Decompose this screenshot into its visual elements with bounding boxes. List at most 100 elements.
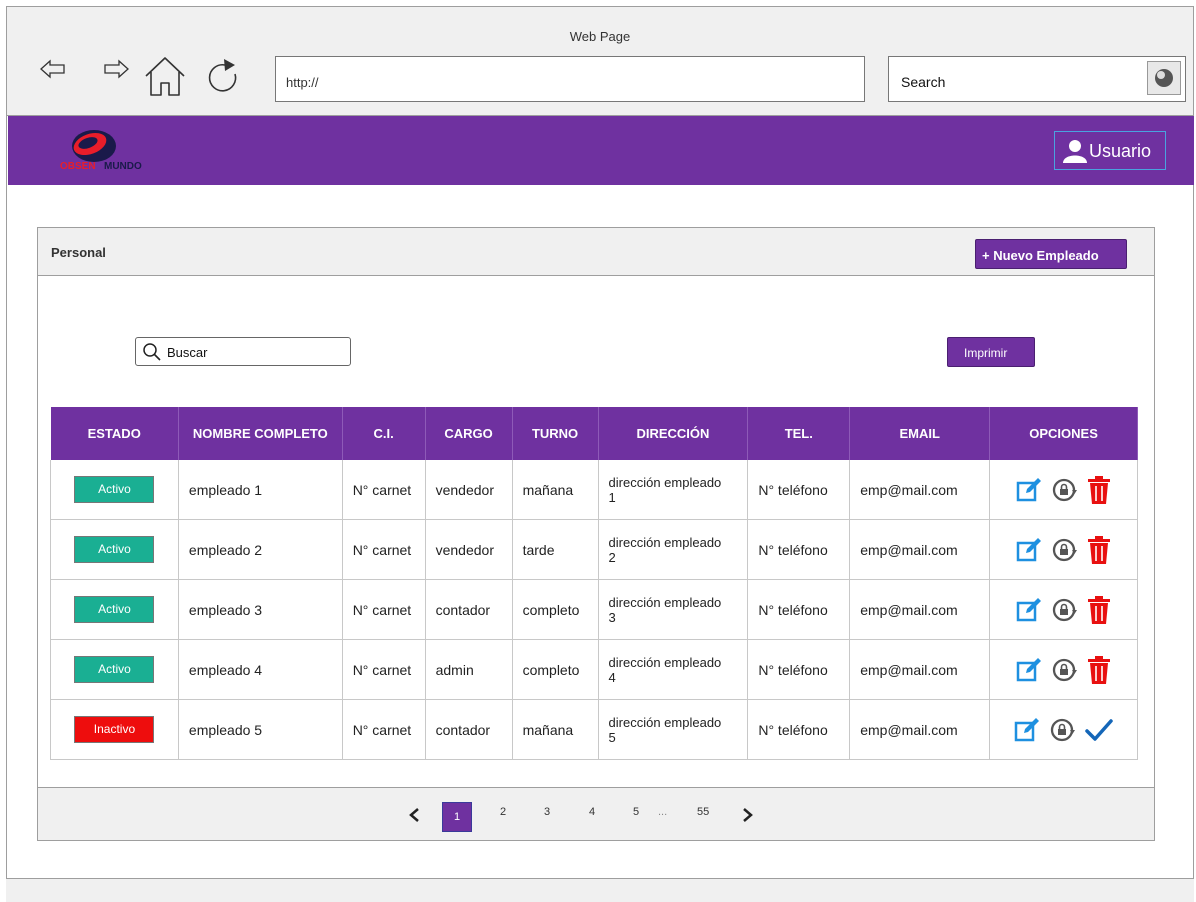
table-row: Inactivo empleado 5 N° carnet contador m… — [50, 699, 1138, 760]
page-55-button[interactable]: 55 — [697, 806, 709, 818]
delete-icon[interactable] — [1087, 595, 1111, 624]
cell-nombre: empleado 1 — [178, 460, 343, 520]
cell-cargo: vendedor — [425, 519, 513, 580]
next-page-icon[interactable] — [740, 807, 754, 823]
cell-email: emp@mail.com — [849, 639, 991, 700]
col-ci[interactable]: C.I. — [342, 407, 426, 460]
reload-icon[interactable] — [205, 56, 245, 100]
cell-ci: N° carnet — [342, 519, 426, 580]
cell-ci: N° carnet — [342, 460, 426, 520]
table-row: Activo empleado 1 N° carnet vendedor mañ… — [50, 460, 1138, 520]
delete-icon[interactable] — [1087, 655, 1111, 684]
cell-opciones — [989, 519, 1138, 580]
logo-text-2: MUNDO — [104, 161, 142, 172]
page-4-button[interactable]: 4 — [589, 806, 595, 818]
cell-direccion: dirección empleado 3 — [598, 579, 749, 640]
personal-panel: Personal + Nuevo Empleado Buscar Imprimi… — [37, 227, 1155, 841]
cell-tel: N° teléfono — [747, 460, 851, 520]
col-email[interactable]: EMAIL — [849, 407, 991, 460]
user-icon — [1063, 140, 1087, 163]
col-estado[interactable]: ESTADO — [50, 407, 179, 460]
col-nombre[interactable]: NOMBRE COMPLETO — [178, 407, 343, 460]
table-row: Activo empleado 3 N° carnet contador com… — [50, 579, 1138, 640]
table-row: Activo empleado 2 N° carnet vendedor tar… — [50, 519, 1138, 580]
page-1-button[interactable]: 1 — [442, 802, 472, 832]
user-label: Usuario — [1089, 141, 1152, 161]
cell-cargo: contador — [425, 699, 513, 760]
cell-email: emp@mail.com — [849, 699, 991, 760]
page-2-button[interactable]: 2 — [500, 806, 506, 818]
reset-password-icon[interactable] — [1052, 657, 1078, 683]
pagination: 1 2 3 4 5 ... 55 — [38, 787, 1154, 840]
home-icon[interactable] — [143, 54, 187, 98]
cell-email: emp@mail.com — [849, 460, 991, 520]
col-turno[interactable]: TURNO — [512, 407, 599, 460]
page-3-button[interactable]: 3 — [544, 806, 550, 818]
browser-search-label: Search — [901, 74, 946, 90]
reset-password-icon[interactable] — [1052, 537, 1078, 563]
cell-turno: mañana — [512, 699, 599, 760]
url-field[interactable]: http:// — [275, 56, 865, 102]
col-cargo[interactable]: CARGO — [425, 407, 513, 460]
edit-icon[interactable] — [1016, 657, 1042, 683]
page-5-button[interactable]: 5 — [633, 806, 639, 818]
new-employee-button[interactable]: + Nuevo Empleado — [975, 239, 1127, 269]
cell-cargo: contador — [425, 579, 513, 640]
cell-direccion: dirección empleado 5 — [598, 699, 749, 760]
status-badge[interactable]: Activo — [74, 596, 155, 623]
cell-turno: mañana — [512, 460, 599, 520]
cell-direccion: dirección empleado 2 — [598, 519, 749, 580]
reset-password-icon[interactable] — [1050, 717, 1076, 743]
panel-title: Personal — [51, 245, 106, 260]
edit-icon[interactable] — [1014, 717, 1040, 743]
browser-search-button[interactable] — [1147, 61, 1181, 95]
col-tel[interactable]: TEL. — [747, 407, 851, 460]
cell-turno: completo — [512, 579, 599, 640]
search-globe-icon — [1155, 69, 1173, 87]
search-icon — [143, 343, 161, 361]
user-menu-button[interactable]: Usuario — [1054, 131, 1166, 170]
cell-opciones — [989, 579, 1138, 640]
browser-search-field[interactable]: Search — [888, 56, 1186, 102]
employees-table: ESTADO NOMBRE COMPLETO C.I. CARGO TURNO … — [50, 407, 1138, 760]
window-title: Web Page — [569, 29, 631, 44]
activate-check-icon[interactable] — [1085, 717, 1114, 743]
cell-cargo: vendedor — [425, 460, 513, 520]
cell-ci: N° carnet — [342, 579, 426, 640]
cell-cargo: admin — [425, 639, 513, 700]
table-header-row: ESTADO NOMBRE COMPLETO C.I. CARGO TURNO … — [50, 407, 1138, 460]
cell-tel: N° teléfono — [747, 519, 851, 580]
edit-icon[interactable] — [1016, 537, 1042, 563]
status-badge[interactable]: Activo — [74, 656, 155, 683]
delete-icon[interactable] — [1087, 535, 1111, 564]
table-row: Activo empleado 4 N° carnet admin comple… — [50, 639, 1138, 700]
cell-nombre: empleado 2 — [178, 519, 343, 580]
company-logo: OBSEN MUNDO — [60, 130, 142, 172]
cell-turno: tarde — [512, 519, 599, 580]
cell-nombre: empleado 4 — [178, 639, 343, 700]
edit-icon[interactable] — [1016, 597, 1042, 623]
status-badge[interactable]: Activo — [74, 476, 155, 503]
panel-header: Personal + Nuevo Empleado — [38, 228, 1154, 276]
cell-direccion: dirección empleado 4 — [598, 639, 749, 700]
forward-arrow-icon[interactable] — [101, 58, 131, 80]
app-header: OBSEN MUNDO — [8, 116, 1194, 185]
print-button[interactable]: Imprimir — [947, 337, 1035, 367]
cell-tel: N° teléfono — [747, 699, 851, 760]
reset-password-icon[interactable] — [1052, 597, 1078, 623]
cell-ci: N° carnet — [342, 639, 426, 700]
back-arrow-icon[interactable] — [38, 58, 68, 80]
reset-password-icon[interactable] — [1052, 477, 1078, 503]
status-bar — [6, 878, 1194, 902]
page-ellipsis: ... — [658, 806, 668, 818]
cell-nombre: empleado 3 — [178, 579, 343, 640]
delete-icon[interactable] — [1087, 475, 1111, 504]
search-placeholder: Buscar — [167, 345, 208, 360]
search-input[interactable]: Buscar — [135, 337, 351, 366]
cell-opciones — [989, 460, 1138, 520]
status-badge[interactable]: Inactivo — [74, 716, 155, 743]
prev-page-icon[interactable] — [408, 807, 422, 823]
edit-icon[interactable] — [1016, 477, 1042, 503]
col-direccion[interactable]: DIRECCIÓN — [598, 407, 749, 460]
status-badge[interactable]: Activo — [74, 536, 155, 563]
